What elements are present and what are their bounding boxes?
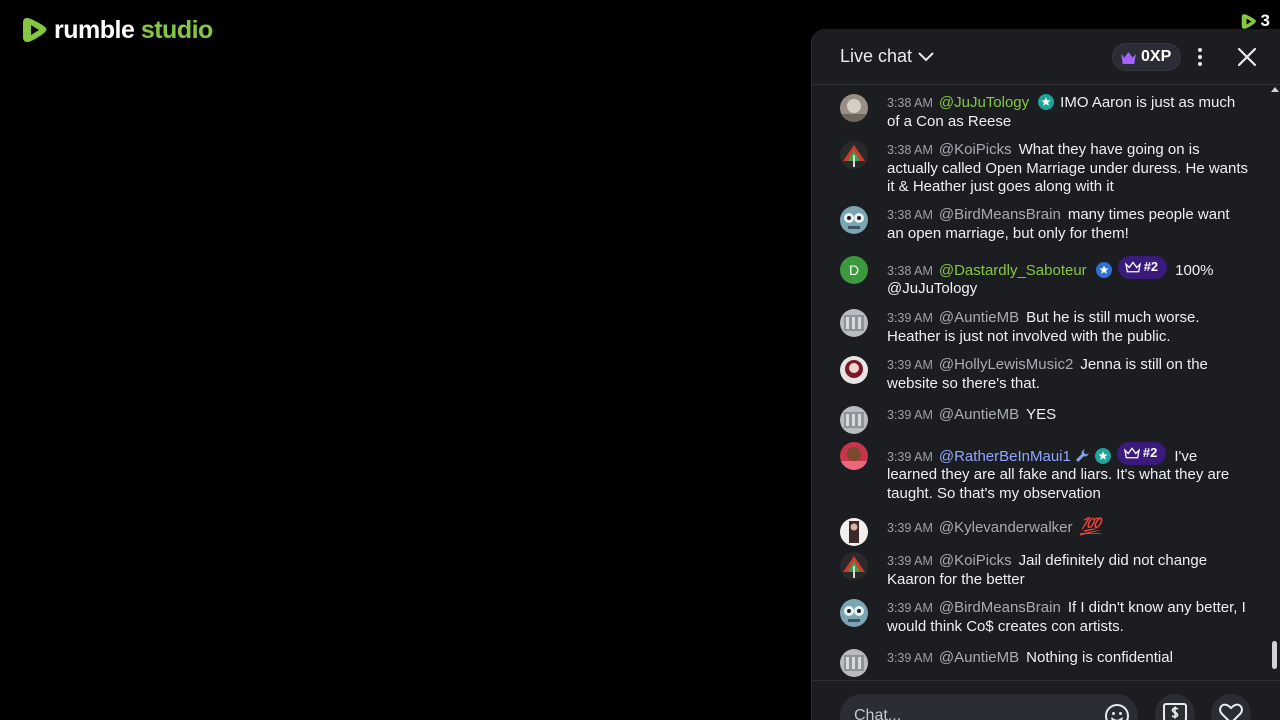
avatar[interactable]: [840, 442, 868, 470]
message-time: 3:39 AM: [887, 449, 933, 464]
rank-badge-label: #2: [1143, 259, 1159, 274]
avatar[interactable]: [840, 356, 868, 384]
chat-message: 3:38 AM @JuJuTology IMO Aaron is just as m…: [840, 94, 1250, 131]
message-time: 3:38 AM: [887, 208, 933, 222]
rank-badge: #2: [1117, 256, 1168, 279]
message-username[interactable]: @AuntieMB: [939, 406, 1019, 423]
live-chat-panel: Live chat 0XP 3:38 AM @JuJuTology IMO Aaro…: [811, 29, 1280, 720]
verified-badge-icon: [1038, 94, 1055, 110]
message-time: 3:39 AM: [887, 651, 933, 665]
avatar[interactable]: [840, 518, 868, 546]
chat-message: 3:39 AM @AuntieMB But he is still much wor…: [840, 309, 1250, 346]
chat-message-list[interactable]: 3:38 AM @JuJuTology IMO Aaron is just as m…: [812, 86, 1280, 682]
more-options-icon[interactable]: [1192, 45, 1208, 69]
chat-message: 3:39 AM @Kylevanderwalker 💯: [840, 517, 1250, 546]
like-button[interactable]: [1211, 694, 1251, 720]
chat-message: 3:39 AM @RatherBeInMaui1 #2 I've learned th…: [840, 442, 1250, 503]
chat-mode-dropdown[interactable]: Live chat: [840, 46, 934, 67]
chat-message: 3:39 AM @BirdMeansBrain If I didn't know a…: [840, 599, 1250, 636]
chat-header: Live chat 0XP: [812, 29, 1280, 85]
avatar[interactable]: [840, 309, 868, 337]
message-time: 3:38 AM: [887, 263, 933, 278]
crown-icon: [1123, 446, 1140, 459]
crown-icon: [1124, 260, 1141, 273]
avatar[interactable]: D: [840, 256, 868, 284]
chat-input[interactable]: Chat...: [840, 694, 1138, 720]
message-time: 3:38 AM: [887, 96, 933, 110]
chat-input-placeholder: Chat...: [854, 707, 902, 720]
avatar[interactable]: [840, 206, 868, 234]
avatar[interactable]: [840, 94, 868, 122]
chat-message: 3:38 AM @BirdMeansBrain many times people …: [840, 206, 1250, 243]
avatar[interactable]: [840, 141, 868, 169]
viewer-count-value: 3: [1260, 11, 1270, 30]
message-username[interactable]: @KoiPicks: [939, 141, 1012, 158]
hundred-points-emoji: 💯: [1079, 517, 1101, 536]
verified-badge-icon: [1095, 261, 1112, 278]
verified-badge-icon: [1094, 447, 1111, 464]
rank-badge: #2: [1116, 442, 1167, 465]
avatar[interactable]: [840, 599, 868, 627]
message-username[interactable]: @RatherBeInMaui1: [939, 448, 1071, 465]
close-icon[interactable]: [1237, 47, 1257, 67]
chat-message: 3:39 AM @HollyLewisMusic2 Jenna is still o…: [840, 356, 1250, 393]
message-time: 3:39 AM: [887, 554, 933, 568]
message-username[interactable]: @BirdMeansBrain: [939, 599, 1061, 616]
message-username[interactable]: @JuJuTology: [939, 94, 1029, 111]
message-time: 3:39 AM: [887, 601, 933, 615]
message-username[interactable]: @KoiPicks: [939, 552, 1012, 569]
chat-message: 3:39 AM @AuntieMB Nothing is confidential: [840, 649, 1250, 677]
chevron-down-icon: [918, 52, 934, 61]
chat-message: 3:39 AM @KoiPicks Jail definitely did not …: [840, 552, 1250, 589]
message-username[interactable]: @BirdMeansBrain: [939, 206, 1061, 223]
message-time: 3:39 AM: [887, 358, 933, 372]
chat-message: 3:39 AM @AuntieMB YES: [840, 406, 1250, 434]
video-player[interactable]: rumble studio: [0, 0, 811, 720]
chat-footer: Chat...: [812, 680, 1280, 720]
rant-button[interactable]: [1155, 694, 1195, 720]
chat-message: 3:38 AM @KoiPicks What they have going on …: [840, 141, 1250, 197]
smiley-icon: [1105, 704, 1129, 720]
message-text: But he is still much worse. Heather is j…: [887, 309, 1200, 345]
dollar-chat-icon: [1163, 703, 1187, 720]
xp-value: 0XP: [1141, 48, 1172, 65]
message-username[interactable]: @AuntieMB: [939, 309, 1019, 326]
chat-scrollbar-thumb[interactable]: [1272, 641, 1277, 669]
rumble-studio-logo: rumble studio: [22, 16, 213, 44]
message-text: Jail definitely did not change Kaaron fo…: [887, 552, 1208, 588]
viewer-count: 3: [1241, 11, 1270, 31]
scroll-up-arrow-icon[interactable]: [1271, 87, 1279, 92]
chat-title: Live chat: [840, 46, 913, 66]
message-text: Nothing is confidential: [1026, 649, 1173, 666]
message-username[interactable]: @HollyLewisMusic2: [939, 356, 1073, 373]
message-time: 3:39 AM: [887, 311, 933, 325]
chat-message: D 3:38 AM @Dastardly_Saboteur #2 100% @JuJu…: [840, 256, 1250, 299]
crown-icon: [1121, 51, 1136, 64]
message-username[interactable]: @AuntieMB: [939, 649, 1019, 666]
wrench-icon: [1075, 449, 1089, 462]
message-username[interactable]: @Dastardly_Saboteur: [939, 262, 1087, 279]
message-time: 3:39 AM: [887, 408, 933, 422]
avatar-letter: D: [848, 262, 860, 278]
heart-icon: [1219, 703, 1243, 720]
avatar[interactable]: [840, 552, 868, 580]
message-time: 3:39 AM: [887, 521, 933, 535]
avatar[interactable]: [840, 649, 868, 677]
xp-button[interactable]: 0XP: [1112, 43, 1182, 71]
rumble-viewer-icon: [1241, 13, 1256, 29]
logo-product: studio: [140, 16, 214, 44]
message-time: 3:38 AM: [887, 143, 933, 157]
rumble-play-icon: [23, 18, 47, 42]
logo-brand: rumble: [54, 16, 135, 44]
rank-badge-label: #2: [1142, 445, 1158, 460]
avatar[interactable]: [840, 406, 868, 434]
message-text: YES: [1026, 406, 1057, 423]
message-username[interactable]: @Kylevanderwalker: [939, 519, 1073, 536]
